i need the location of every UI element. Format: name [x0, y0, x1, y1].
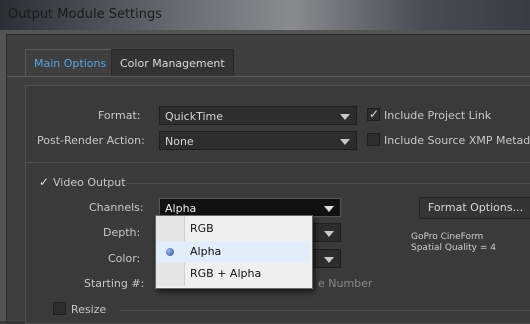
include-project-link-checkbox[interactable]: ✓ [367, 108, 380, 121]
use-comp-frame-number-label: e Number [318, 277, 373, 290]
codec-name: GoPro CineForm [411, 232, 484, 242]
menu-item-alpha[interactable]: Alpha [156, 241, 310, 263]
chevron-down-icon [340, 114, 350, 120]
video-output-label: Video Output [53, 176, 126, 189]
format-dropdown[interactable]: QuickTime [159, 106, 357, 125]
channels-value: Alpha [165, 202, 197, 215]
menu-item-label: RGB [190, 222, 214, 235]
include-project-link-label: Include Project Link [384, 109, 492, 122]
depth-label: Depth: [103, 226, 141, 239]
resize-checkbox[interactable] [53, 302, 66, 315]
title-bar[interactable]: Output Module Settings [0, 0, 530, 30]
format-value: QuickTime [165, 110, 224, 123]
radio-selected-icon [166, 248, 174, 256]
checkmark-icon: ✓ [369, 107, 380, 121]
chevron-down-icon [324, 257, 334, 263]
format-options-button[interactable]: Format Options... [419, 197, 530, 219]
window-title: Output Module Settings [8, 7, 163, 22]
color-label: Color: [108, 252, 141, 265]
post-render-value: None [165, 135, 194, 148]
video-output-rule [126, 183, 530, 184]
tab-main-options[interactable]: Main Options [25, 49, 116, 77]
separator [26, 162, 530, 163]
menu-item-label: RGB + Alpha [190, 267, 262, 280]
tab-color-management[interactable]: Color Management [111, 49, 234, 77]
post-render-label: Post-Render Action: [37, 134, 145, 147]
tab-divider [7, 76, 530, 77]
channels-menu: RGB Alpha RGB + Alpha [155, 215, 313, 289]
starting-number-label: Starting #: [84, 277, 145, 290]
include-xmp-checkbox[interactable] [367, 133, 380, 146]
channels-label: Channels: [89, 201, 144, 214]
format-label: Format: [98, 109, 141, 122]
chevron-down-icon [324, 206, 334, 212]
resize-label: Resize [71, 303, 107, 316]
video-output-checkbox[interactable]: ✓ [38, 176, 51, 189]
menu-item-label: Alpha [190, 245, 222, 258]
include-xmp-label: Include Source XMP Metadata [384, 134, 530, 147]
checkmark-icon: ✓ [39, 175, 50, 189]
resize-rule [120, 310, 530, 311]
chevron-down-icon [340, 139, 350, 145]
post-render-dropdown[interactable]: None [159, 131, 357, 150]
codec-quality: Spatial Quality = 4 [411, 243, 496, 253]
chevron-down-icon [324, 231, 334, 237]
menu-item-rgb[interactable]: RGB [156, 218, 310, 240]
menu-item-rgb-alpha[interactable]: RGB + Alpha [156, 263, 310, 285]
